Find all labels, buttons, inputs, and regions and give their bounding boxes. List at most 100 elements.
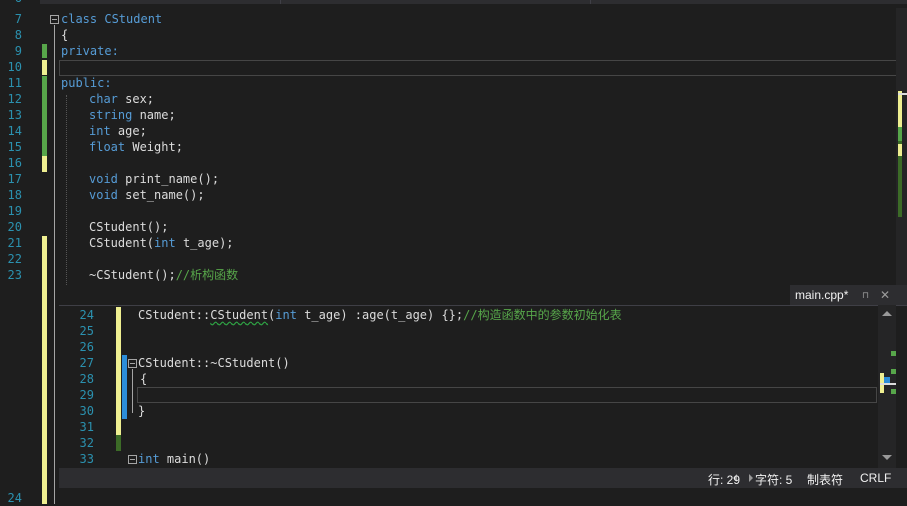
line-number: 17 [7,172,22,186]
code-text: main() [159,452,211,466]
code-text: t_age); [175,236,234,250]
comment: //析构函数 [175,268,239,282]
status-line: 行: 29 [708,473,741,487]
code-text: CStudent:: [138,308,211,322]
code-line-18[interactable]: void set_name(); [89,187,205,203]
scroll-mark-unsaved [898,91,902,127]
status-line-ending[interactable]: CRLF [860,471,891,485]
change-marker-unsaved [42,60,47,75]
code-line-7[interactable]: class CStudent [61,11,162,27]
scroll-up-arrow-icon[interactable] [882,311,892,316]
line-number: 15 [7,140,22,154]
code-line-14[interactable]: int age; [89,123,147,139]
line-number: 26 [79,340,94,354]
keyword: int [275,308,297,322]
top-tab-strip [0,0,907,4]
code-text-warning: CStudent [210,308,269,322]
code-text: sex; [117,92,155,106]
line-number: 8 [14,28,22,42]
line-number: 14 [7,124,22,138]
code-text: Weight; [125,140,183,154]
keyword: char [89,92,118,106]
code-line-30[interactable]: } [138,403,145,419]
keyword: void [89,188,118,202]
selection-marker [122,355,127,419]
code-text: t_age) :age(t_age) {}; [296,308,464,322]
line-number: 29 [79,388,94,402]
code-text: name; [132,108,176,122]
scroll-caret-mark [880,383,896,385]
status-column: 字符: 5 [755,473,793,487]
scroll-caret-mark [898,93,907,95]
change-marker-unsaved [42,236,47,504]
pin-icon[interactable]: ⊓ [862,291,871,300]
scroll-mark-saved [898,127,902,141]
line-number: 32 [79,436,94,450]
line-number: 19 [7,204,22,218]
code-line-24[interactable]: CStudent::CStudent(int t_age) :age(t_age… [138,307,622,323]
line-number: 33 [79,452,94,466]
status-tab-mode[interactable]: 制表符 [807,471,843,488]
code-line-11[interactable]: public: [61,75,112,91]
code-line-13[interactable]: string name; [89,107,176,123]
code-text: set_name(); [117,188,205,202]
scroll-mark-saved [891,351,896,356]
line-number: 13 [7,108,22,122]
status-bar: 行: 29 字符: 5 制表符 CRLF [59,468,907,488]
change-marker-saved [42,44,47,58]
close-icon[interactable]: ✕ [880,285,890,305]
line-number: 9 [14,44,22,58]
comment: //构造函数中的参数初始化表 [463,308,622,322]
code-line-20[interactable]: CStudent(); [89,219,168,235]
scroll-down-arrow-icon[interactable] [882,455,892,460]
line-number: 27 [79,356,94,370]
line-number: 11 [7,76,22,90]
keyword: int [154,236,176,250]
scroll-right-arrow-icon[interactable] [749,474,753,482]
collapse-toggle-icon[interactable] [128,455,137,464]
file-tab-main-cpp[interactable]: main.cpp* ⊓ ✕ [790,285,907,305]
keyword: string [89,108,133,122]
current-line-highlight [59,60,897,76]
vertical-scrollbar-bottom[interactable] [878,305,896,468]
change-marker-saved [42,76,47,156]
line-number: 30 [79,404,94,418]
code-line-21[interactable]: CStudent(int t_age); [89,235,234,251]
keyword: float [89,140,126,154]
code-text: CStudent( [89,236,155,250]
code-line-27[interactable]: CStudent::~CStudent() [138,355,290,371]
code-line-9[interactable]: private: [61,43,119,59]
code-line-8[interactable]: { [61,27,68,43]
indent-guide [66,95,67,285]
change-marker-saved [116,435,121,451]
keyword: class [61,12,98,26]
code-line-17[interactable]: void print_name(); [89,171,219,187]
line-number: 23 [7,268,22,282]
fold-guide [54,25,55,504]
line-number: 10 [7,60,22,74]
code-text: ~CStudent(); [89,268,176,282]
line-number: 6 [0,0,22,6]
line-number: 24 [79,308,94,322]
current-line-highlight [137,387,877,403]
line-number: 18 [7,188,22,202]
keyword: void [89,172,118,186]
code-line-28[interactable]: { [140,371,147,387]
class-name: CStudent [104,12,163,26]
line-number: 21 [7,236,22,250]
code-line-33[interactable]: int main() [138,451,210,467]
top-gutter: 6 7 8 9 10 11 12 13 14 15 16 17 18 19 20… [0,0,40,505]
collapse-toggle-icon[interactable] [50,15,59,24]
change-marker-unsaved [116,307,121,435]
keyword: int [89,124,111,138]
code-line-23[interactable]: ~CStudent();//析构函数 [89,267,238,283]
keyword: int [138,452,160,466]
collapse-toggle-icon[interactable] [128,359,137,368]
line-number: 25 [79,324,94,338]
code-line-15[interactable]: float Weight; [89,139,183,155]
scroll-mark-saved [891,389,896,394]
code-line-12[interactable]: char sex; [89,91,154,107]
code-text: age; [110,124,147,138]
code-text: print_name(); [117,172,220,186]
vertical-scrollbar-top[interactable] [896,8,907,286]
